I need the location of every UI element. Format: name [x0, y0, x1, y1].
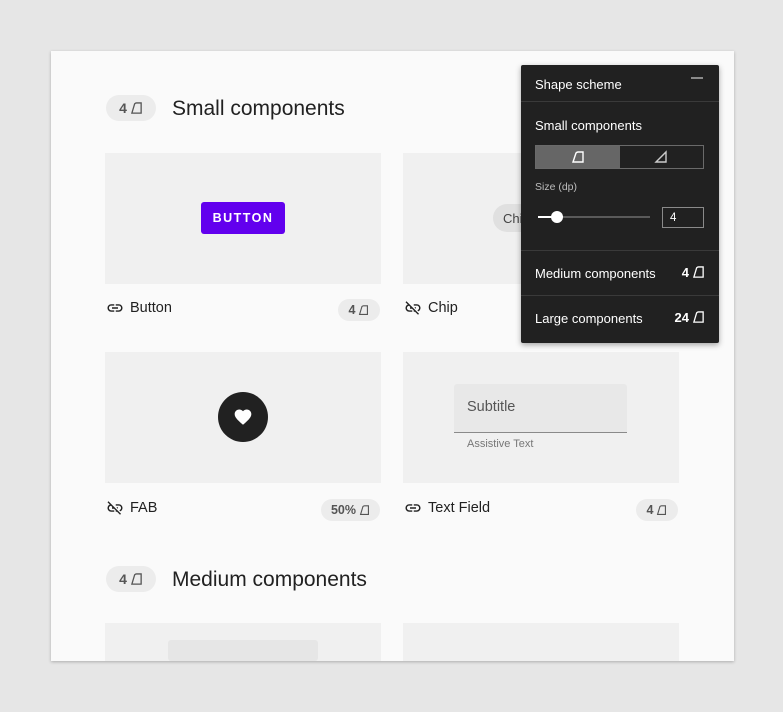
large-components-value: 24 [675, 310, 705, 325]
size-slider[interactable] [538, 211, 650, 223]
medium-components-label: Medium components [535, 266, 656, 281]
size-label: Size (dp) [535, 181, 578, 193]
small-section-badge-value: 4 [119, 100, 127, 116]
rounded-corner-icon [657, 504, 667, 515]
rounded-corner-icon [692, 266, 704, 278]
corner-style-toggle[interactable] [535, 145, 704, 169]
rounded-corner-icon [130, 572, 142, 585]
medium-demo-placeholder [168, 640, 318, 661]
panel-small-components-heading: Small components [535, 118, 642, 133]
medium-components-row[interactable]: Medium components 4 [521, 251, 719, 295]
small-section-badge: 4 [106, 95, 156, 121]
fab-card-name: FAB [130, 500, 158, 516]
corner-cut-option[interactable] [620, 146, 704, 168]
chip-card-name: Chip [428, 300, 458, 316]
fab-card-label[interactable]: FAB [106, 499, 157, 517]
link-off-icon [405, 301, 421, 315]
medium-section-badge: 4 [106, 566, 156, 592]
large-components-value-text: 24 [674, 310, 689, 325]
shape-scheme-panel: Shape scheme Small components Size (dp) … [521, 65, 719, 343]
link-icon [405, 504, 421, 512]
button-card-name: Button [130, 300, 172, 316]
medium-section-title: Medium components [172, 568, 367, 591]
panel-header[interactable]: Shape scheme [521, 65, 719, 102]
cut-corner-icon [654, 150, 667, 163]
chip-card-label[interactable]: Chip [404, 299, 458, 317]
rounded-corner-icon [359, 304, 369, 315]
button-card-label[interactable]: Button [106, 299, 172, 317]
demo-button[interactable]: BUTTON [201, 202, 285, 234]
rounded-corner-icon [692, 311, 704, 323]
demo-text-field-helper: Assistive Text [467, 438, 534, 450]
small-section-title: Small components [172, 97, 345, 120]
large-components-label: Large components [535, 311, 643, 326]
fab-shape-badge[interactable]: 50% [321, 499, 380, 521]
link-icon [107, 304, 123, 312]
drag-handle-icon[interactable] [691, 77, 703, 79]
rounded-corner-icon [130, 101, 142, 114]
button-shape-badge-value: 4 [348, 303, 356, 317]
medium-components-value: 4 [682, 265, 705, 280]
medium-section-badge-value: 4 [119, 571, 127, 587]
large-components-row[interactable]: Large components 24 [521, 296, 719, 340]
size-input[interactable] [662, 207, 704, 228]
medium-components-value-text: 4 [681, 265, 689, 280]
rounded-corner-icon [571, 151, 584, 163]
textfield-shape-badge-value: 4 [646, 503, 654, 517]
panel-title: Shape scheme [535, 77, 622, 92]
demo-fab[interactable] [218, 392, 268, 442]
medium-demo-card-2 [403, 623, 679, 661]
link-off-icon [107, 501, 123, 515]
size-slider-thumb[interactable] [551, 211, 564, 223]
rounded-corner-icon [359, 504, 369, 515]
textfield-card-label[interactable]: Text Field [404, 499, 490, 517]
textfield-card-name: Text Field [428, 500, 491, 516]
fab-shape-badge-value: 50% [330, 503, 357, 517]
heart-icon [234, 409, 252, 425]
corner-rounded-option[interactable] [536, 146, 620, 168]
demo-text-field[interactable]: Subtitle [454, 384, 627, 433]
button-shape-badge[interactable]: 4 [338, 299, 380, 321]
textfield-shape-badge[interactable]: 4 [636, 499, 678, 521]
